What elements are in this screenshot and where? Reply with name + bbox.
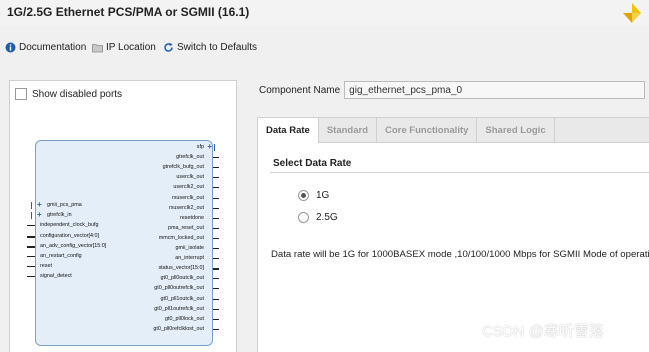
right-port-label: sfp (196, 144, 204, 150)
right-port-label: gt0_pll0lock_out (165, 315, 204, 322)
right-port-label: gtrefclk_bufg_out (162, 164, 204, 171)
refresh-icon (163, 42, 174, 53)
tab-core-functionality[interactable]: Core Functionality (377, 118, 478, 142)
output-pin (213, 207, 219, 209)
right-port-label: resetdone (180, 214, 204, 221)
right-port-label: an_interrupt (175, 255, 204, 262)
radio-label-2-5g: 2.5G (316, 212, 338, 223)
output-pin (213, 278, 219, 280)
checkbox-box[interactable] (15, 88, 27, 100)
output-pin (213, 328, 219, 330)
output-pin (213, 197, 219, 199)
documentation-label: Documentation (19, 42, 87, 53)
right-port-label: status_vector[15:0] (158, 265, 204, 272)
window-title: 1G/2.5G Ethernet PCS/PMA or SGMII (16.1) (7, 5, 250, 19)
output-pin (213, 227, 219, 229)
radio-option-1g[interactable]: 1G (298, 190, 329, 201)
right-port-label: userclk2_out (173, 184, 204, 191)
section-divider (270, 172, 649, 173)
title-bar: 1G/2.5G Ethernet PCS/PMA or SGMII (16.1) (0, 0, 649, 26)
data-rate-info-text: Data rate will be 1G for 1000BASEX mode … (271, 249, 649, 260)
output-pin (213, 248, 219, 249)
switch-to-defaults-label: Switch to Defaults (177, 42, 258, 53)
right-port-label: gt0_pll0outclk_out (160, 275, 204, 282)
radio-button-1g[interactable] (298, 190, 309, 201)
bus-interface-marker (214, 144, 215, 151)
output-pin (213, 288, 219, 290)
output-pin (213, 187, 219, 189)
output-pin (213, 167, 219, 169)
folder-icon (92, 42, 103, 53)
expand-bus-icon[interactable]: + (37, 201, 42, 209)
right-port-label: rxuserclk2_out (168, 204, 204, 211)
toolbar: Documentation IP Location Switch to Defa… (0, 42, 649, 60)
tab-standard[interactable]: Standard (319, 118, 378, 142)
bus-interface-marker (31, 202, 32, 209)
show-disabled-ports-checkbox[interactable]: Show disabled ports (15, 88, 122, 100)
right-port-label: gtrefclk_out (176, 154, 204, 161)
expand-bus-icon[interactable]: + (207, 143, 212, 151)
output-pin (213, 177, 219, 179)
output-pin (213, 157, 219, 159)
select-data-rate-title: Select Data Rate (273, 158, 352, 169)
ip-location-button[interactable]: IP Location (92, 42, 156, 53)
expand-bus-icon[interactable]: + (37, 211, 42, 219)
bus-interface-marker (31, 212, 32, 220)
right-port-label: userclk_out (176, 174, 204, 181)
right-port-label: mmcm_locked_out (158, 234, 204, 241)
output-pin (213, 258, 219, 260)
right-port-label: gmii_isolate (175, 245, 204, 251)
right-port-label: rxuserclk_out (171, 194, 204, 201)
info-icon (5, 42, 16, 53)
output-pin (213, 298, 219, 300)
input-pin (27, 266, 35, 268)
output-pin (213, 217, 219, 219)
radio-option-2-5g[interactable]: 2.5G (298, 212, 338, 223)
tab-data-rate[interactable]: Data Rate (258, 118, 319, 143)
left-port-label: an_restart_config (40, 253, 82, 259)
configuration-area: Component Name gig_ethernet_pcs_pma_0 Da… (245, 74, 649, 352)
ip-symbol-panel: Show disabled ports sfp + gtrefclk_out gtre… (9, 80, 237, 352)
tab-bar: Data Rate Standard Core Functionality Sh… (258, 118, 649, 143)
xilinx-logo-icon (623, 3, 641, 23)
input-pin (27, 256, 35, 257)
tab-shared-logic[interactable]: Shared Logic (477, 118, 555, 142)
left-port-label: gmii_pcs_pma (47, 202, 82, 208)
switch-to-defaults-button[interactable]: Switch to Defaults (163, 42, 257, 53)
input-pin (27, 245, 35, 248)
component-name-row: Component Name gig_ethernet_pcs_pma_0 (259, 81, 646, 99)
left-port-label: signal_detect (40, 273, 72, 280)
radio-label-1g: 1G (316, 190, 330, 201)
documentation-button[interactable]: Documentation (5, 42, 86, 53)
right-port-label: gt0_pll1outclk_out (160, 295, 204, 302)
left-port-label: reset (40, 263, 52, 270)
left-port-label: an_adv_config_vector[15:0] (40, 242, 107, 249)
right-port-label: gt0_pll0refclklost_out (153, 325, 204, 332)
right-port-label: gt0_pll1outrefclk_out (154, 305, 204, 312)
input-pin (27, 225, 35, 227)
right-port-label: gt0_pll0outrefclk_out (154, 285, 204, 292)
show-disabled-ports-label: Show disabled ports (32, 88, 123, 100)
input-pin (27, 276, 35, 278)
tabs-panel: Data Rate Standard Core Functionality Sh… (257, 117, 649, 352)
component-name-input[interactable]: gig_ethernet_pcs_pma_0 (344, 81, 646, 99)
ip-location-label: IP Location (106, 42, 156, 53)
watermark: CSDN @寒听雪落 (482, 323, 604, 340)
radio-button-2-5g[interactable] (298, 212, 309, 223)
component-name-label: Component Name (259, 84, 341, 96)
output-pin (213, 268, 219, 271)
ip-block-symbol: sfp + gtrefclk_out gtrefclk_bufg_out userclk… (27, 140, 219, 346)
output-pin (213, 318, 219, 320)
right-port-label: pma_reset_out (168, 224, 204, 231)
output-pin (213, 237, 219, 239)
input-pin (27, 235, 35, 238)
left-port-label: configuration_vector[4:0] (40, 232, 100, 239)
output-pin (213, 308, 219, 310)
left-port-label: independent_clock_bufg (40, 222, 99, 229)
left-port-label: gtrefclk_in (47, 212, 72, 219)
